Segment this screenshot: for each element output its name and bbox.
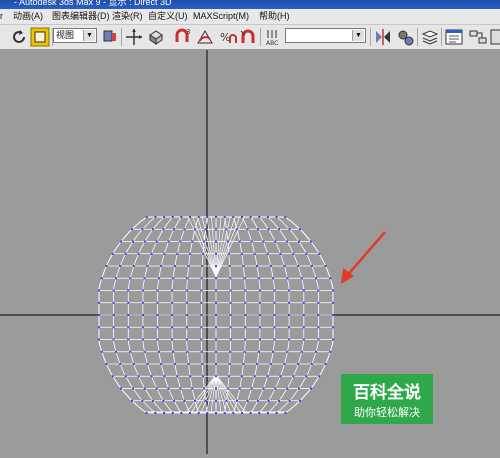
toolbar-separator — [121, 28, 122, 46]
select-manipulate-icon[interactable] — [100, 27, 120, 47]
svg-text:%: % — [220, 31, 230, 44]
spinner-snap-icon[interactable] — [195, 27, 215, 47]
svg-text:ABC: ABC — [266, 40, 278, 47]
watermark-badge: 百科全说 助你轻松解决 — [341, 374, 433, 424]
menu-item-maxscript[interactable]: MAXScript(M) — [193, 10, 249, 23]
move-icon[interactable] — [124, 27, 144, 47]
material-editor-icon[interactable] — [490, 27, 500, 47]
chevron-down-icon: ▼ — [352, 30, 364, 41]
mirror-icon[interactable] — [373, 27, 393, 47]
menu-item-customize[interactable]: 自定义(U) — [148, 10, 188, 23]
chevron-down-icon: ▼ — [83, 30, 95, 41]
angle-snap-icon[interactable]: 3 — [172, 27, 192, 47]
percent-snap-icon[interactable]: % — [218, 27, 238, 47]
edit-named-selection-icon[interactable]: ABC — [263, 27, 283, 47]
menu-bar: r 动画(A) 图表编辑器(D) 渲染(R) 自定义(U) MAXScript(… — [0, 9, 500, 25]
window-title-bar: - Autodesk 3ds Max 9 - 显示 : Direct 3D — [0, 0, 500, 9]
menu-item-partial[interactable]: r — [0, 10, 3, 23]
menu-item-graph-editors[interactable]: 图表编辑器(D) — [52, 10, 110, 23]
toolbar-separator — [441, 28, 442, 46]
window-title: - Autodesk 3ds Max 9 - 显示 : Direct 3D — [14, 0, 172, 8]
watermark-subtitle: 助你轻松解决 — [354, 405, 420, 419]
toolbar-separator — [417, 28, 418, 46]
reference-coordinate-value: 视图 — [56, 30, 74, 40]
schematic-view-icon[interactable] — [468, 27, 488, 47]
menu-item-animation[interactable]: 动画(A) — [13, 10, 43, 23]
undo-icon[interactable] — [9, 27, 29, 47]
named-selection-dropdown[interactable]: ▼ — [285, 28, 366, 43]
menu-item-rendering[interactable]: 渲染(R) — [112, 10, 143, 23]
rotate-icon[interactable] — [146, 27, 166, 47]
toolbar-separator — [260, 28, 261, 46]
menu-item-help[interactable]: 帮助(H) — [259, 10, 290, 23]
svg-text:3: 3 — [186, 28, 190, 36]
toolbar-separator — [370, 28, 371, 46]
annotation-arrow-shaft — [345, 232, 385, 278]
select-region-icon[interactable] — [30, 27, 50, 47]
curve-editor-icon[interactable] — [444, 27, 464, 47]
align-icon[interactable] — [395, 27, 415, 47]
snap-toggle-icon[interactable] — [238, 27, 258, 47]
reference-coordinate-dropdown[interactable]: 视图 ▼ — [53, 28, 97, 43]
watermark-title: 百科全说 — [353, 382, 421, 403]
main-toolbar: 视图 ▼ 3 % ABC ▼ — [0, 25, 500, 50]
layer-manager-icon[interactable] — [420, 27, 440, 47]
